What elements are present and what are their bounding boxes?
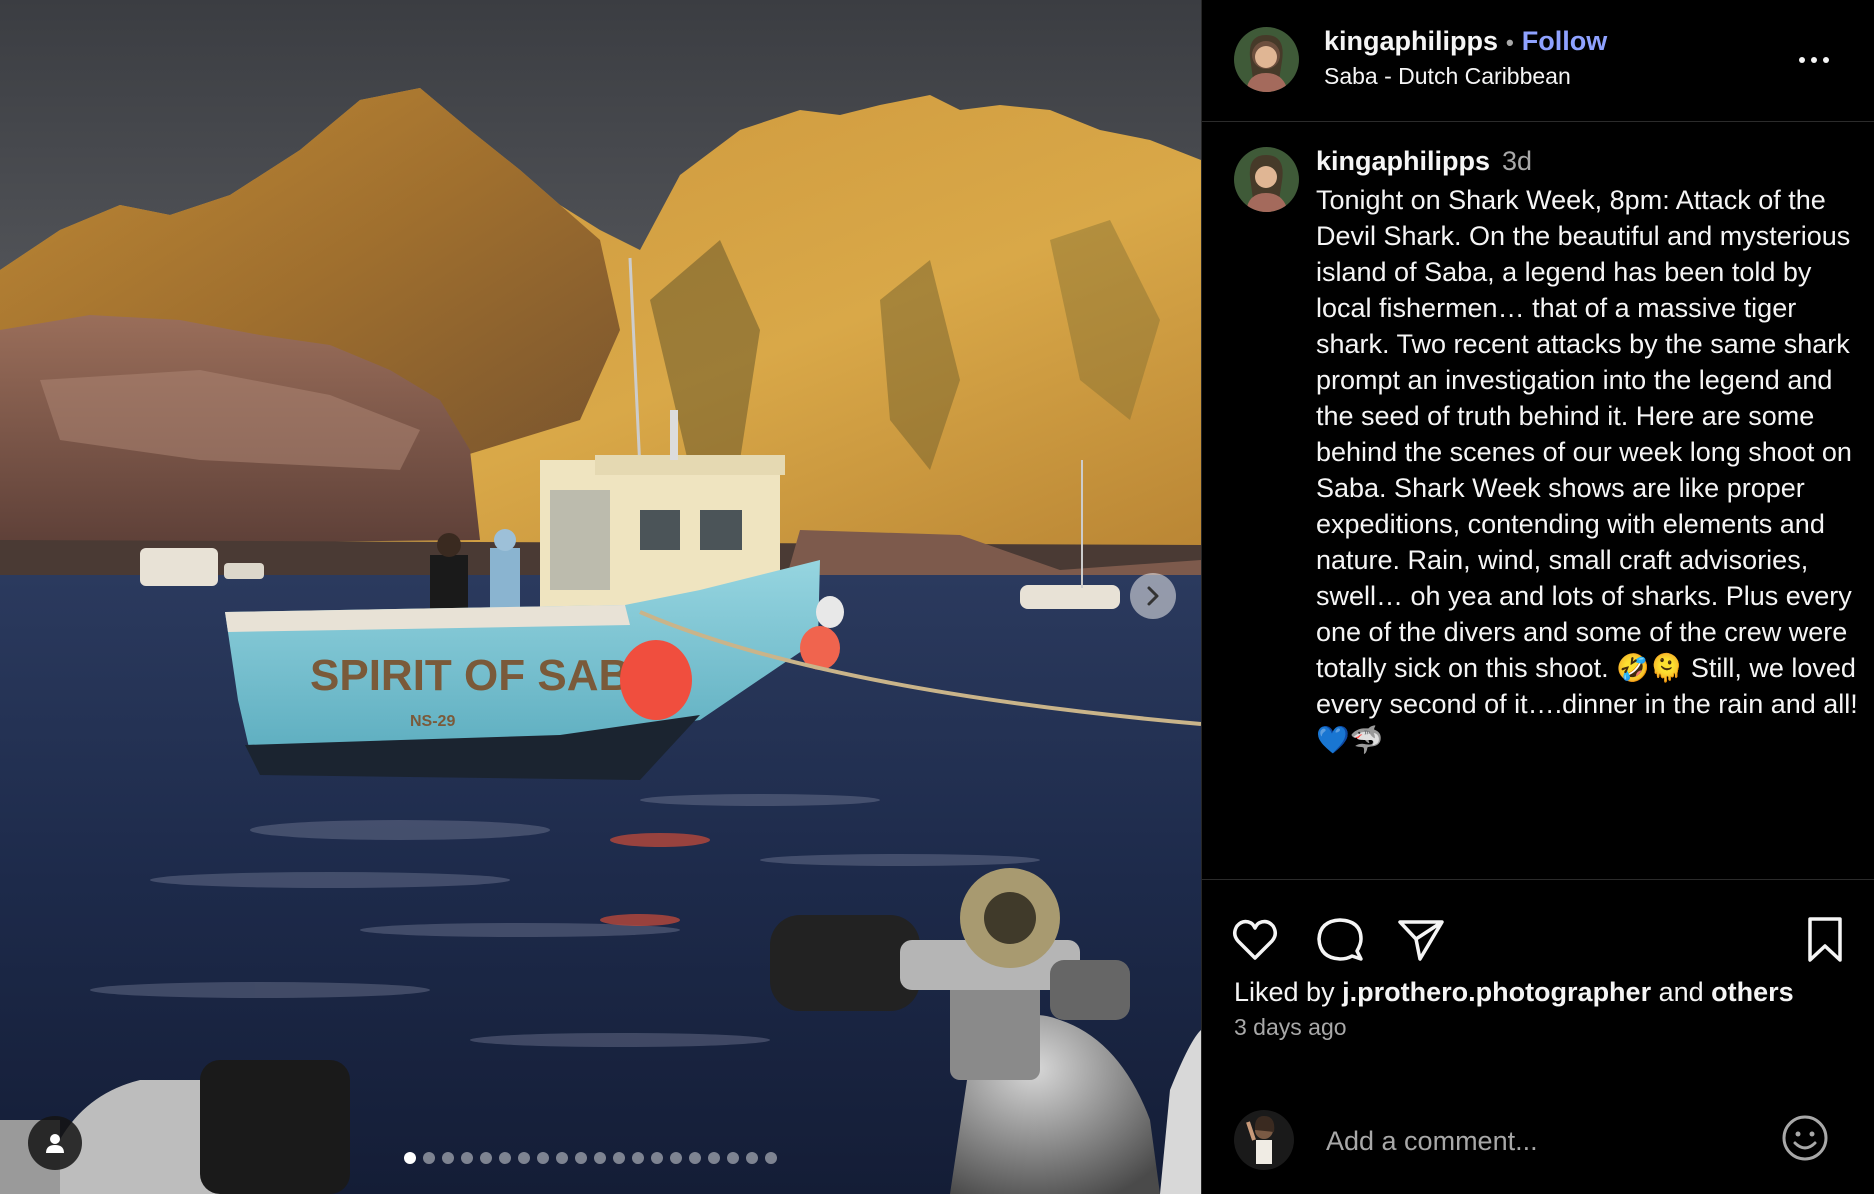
carousel-dot (765, 1152, 777, 1164)
carousel-dot (442, 1152, 454, 1164)
caption-text: Tonight on Shark Week, 8pm: Attack of th… (1316, 185, 1866, 755)
carousel-indicator (404, 1152, 777, 1164)
share-button[interactable] (1394, 913, 1448, 967)
post-date[interactable]: 3 days ago (1234, 1014, 1347, 1041)
boat-name-text: SPIRIT OF SABA (310, 651, 662, 700)
location-link[interactable]: Saba - Dutch Caribbean (1324, 63, 1571, 90)
carousel-dot (689, 1152, 701, 1164)
comment-icon (1317, 918, 1363, 961)
separator-dot: • (1506, 30, 1514, 55)
post-header: kingaphilipps • Follow Saba - Dutch Caribb… (1202, 0, 1874, 122)
liked-by-prefix: Liked by (1234, 977, 1335, 1007)
tagged-users-button[interactable] (28, 1116, 82, 1170)
author-avatar[interactable] (1234, 27, 1299, 92)
carousel-dot (632, 1152, 644, 1164)
comment-button[interactable] (1313, 913, 1367, 967)
comment-input[interactable] (1324, 1118, 1758, 1164)
others-link[interactable]: others (1711, 977, 1794, 1007)
carousel-dot (480, 1152, 492, 1164)
caption-section: kingaphilipps 3d Tonight on Shark Week, 8… (1202, 122, 1874, 880)
emoji-picker-button[interactable] (1780, 1113, 1830, 1163)
carousel-dot (499, 1152, 511, 1164)
caption-author-avatar[interactable] (1234, 147, 1299, 212)
next-photo-button[interactable] (1130, 573, 1176, 619)
carousel-dot (556, 1152, 568, 1164)
emoji-icon (1782, 1115, 1828, 1161)
boat-reg-text: NS-29 (410, 713, 455, 730)
chevron-right-icon (1147, 586, 1159, 606)
carousel-dot (651, 1152, 663, 1164)
carousel-dot (461, 1152, 473, 1164)
carousel-dot (708, 1152, 720, 1164)
viewer-avatar (1234, 1110, 1294, 1170)
person-icon (46, 1134, 64, 1153)
carousel-dot (423, 1152, 435, 1164)
likes-summary: Liked by j.prothero.photographer and oth… (1234, 977, 1794, 1008)
comment-composer (1202, 1092, 1874, 1194)
carousel-dot (746, 1152, 758, 1164)
caption-timestamp[interactable]: 3d (1502, 146, 1532, 176)
post-media[interactable]: SPIRIT OF SABA NS-29 (0, 0, 1201, 1194)
carousel-dot (575, 1152, 587, 1164)
author-username[interactable]: kingaphilipps (1324, 26, 1498, 56)
liked-by-conjunction: and (1658, 977, 1704, 1007)
more-options-button[interactable] (1794, 40, 1834, 80)
post-sidebar: kingaphilipps • Follow Saba - Dutch Caribb… (1201, 0, 1874, 1194)
like-button[interactable] (1228, 913, 1282, 967)
follow-button[interactable]: Follow (1522, 26, 1607, 56)
post-photo: SPIRIT OF SABA NS-29 (0, 0, 1201, 1194)
carousel-dot (518, 1152, 530, 1164)
carousel-dot (613, 1152, 625, 1164)
save-button[interactable] (1798, 913, 1852, 967)
carousel-dot (404, 1152, 416, 1164)
bookmark-icon (1808, 917, 1842, 962)
more-horizontal-icon (1799, 57, 1829, 63)
carousel-dot (537, 1152, 549, 1164)
share-icon (1398, 920, 1444, 961)
carousel-dot (594, 1152, 606, 1164)
carousel-dot (727, 1152, 739, 1164)
liker-username[interactable]: j.prothero.photographer (1342, 977, 1651, 1007)
carousel-dot (670, 1152, 682, 1164)
heart-icon (1233, 919, 1277, 960)
caption-username[interactable]: kingaphilipps (1316, 146, 1490, 176)
post-actions: Liked by j.prothero.photographer and oth… (1202, 880, 1874, 1060)
